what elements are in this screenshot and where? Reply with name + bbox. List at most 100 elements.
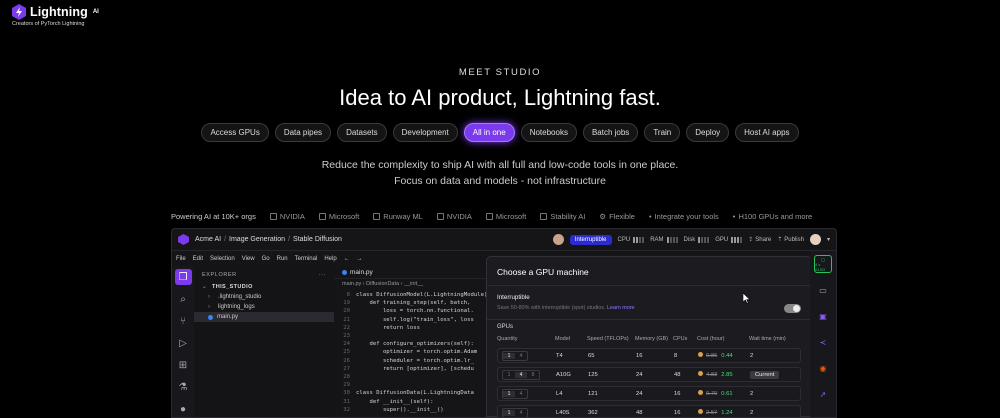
brand-stability: Stability AI <box>540 212 585 221</box>
gpu-memory: 24 <box>636 371 643 378</box>
code-line: 24 def configure_optimizers(self): <box>343 341 474 348</box>
tree-item-main-py[interactable]: main.py <box>194 312 334 322</box>
microsoft-icon <box>485 213 493 220</box>
pill-train[interactable]: Train <box>644 123 681 142</box>
extensions-icon[interactable]: ⊞ <box>175 357 192 373</box>
forward-arrow-icon[interactable]: → <box>357 256 363 262</box>
gpu-model: A10G <box>556 371 571 378</box>
tree-item-lightning-logs[interactable]: › lightning_logs <box>194 302 334 312</box>
pill-all-in-one[interactable]: All in one <box>463 123 515 142</box>
quantity-stepper[interactable]: 14 <box>502 388 528 399</box>
col-memory: Memory (GB) <box>635 336 668 342</box>
breadcrumb-project[interactable]: Image Generation <box>229 236 285 243</box>
gpu-cpus: 16 <box>674 409 681 416</box>
studio-logo-icon <box>178 234 189 245</box>
interruptible-toggle[interactable] <box>784 304 801 313</box>
learn-more-link[interactable]: Learn more <box>607 305 635 311</box>
col-speed: Speed (TFLOPs) <box>587 336 629 342</box>
pill-batch-jobs[interactable]: Batch jobs <box>582 123 639 142</box>
breadcrumb-org[interactable]: Acme AI <box>195 236 221 243</box>
code-line: 30 class DiffusionData(L.LightningData <box>343 390 474 397</box>
credit-icon <box>698 371 703 376</box>
nvidia-icon <box>436 213 444 220</box>
description-line-2: Focus on data and models - not infrastru… <box>394 175 606 187</box>
flask-icon[interactable]: ⚗ <box>175 379 192 395</box>
menu-view[interactable]: View <box>242 256 255 262</box>
breadcrumb: Acme AI / Image Generation / Stable Diff… <box>195 236 342 243</box>
share-button[interactable]: ⇪ Share <box>748 236 771 244</box>
explorer-more-icon[interactable]: ··· <box>319 272 326 278</box>
credit-icon <box>698 409 703 414</box>
avatar[interactable] <box>552 234 564 245</box>
tree-item-lightning-studio[interactable]: › .lightning_studio <box>194 292 334 302</box>
code-line: 25 optimizer = torch.optim.Adam <box>343 349 478 356</box>
editor-breadcrumb: main.py › DiffusionData › __init__ <box>342 281 424 287</box>
jupyter-icon[interactable]: ◉ <box>814 359 832 377</box>
code-line: 31 def __init__(self): <box>343 398 434 405</box>
brand-logo[interactable]: Lightning AI Creators of PyTorch Lightni… <box>12 4 99 27</box>
vscode-icon[interactable]: ≺ <box>814 333 832 351</box>
runway-icon <box>373 213 381 220</box>
gpu-speed: 362 <box>588 409 598 416</box>
menu-run[interactable]: Run <box>277 256 288 262</box>
share-icon: ⇪ <box>748 237 754 243</box>
gpu-wait: 2 <box>750 409 754 416</box>
menu-file[interactable]: File <box>176 256 186 262</box>
gpu-cost: 2.57 1.24 <box>698 409 750 416</box>
gpu-cpus: 8 <box>674 352 678 359</box>
interruptible-badge[interactable]: Interruptible <box>569 234 612 245</box>
terminal-icon[interactable]: ▭ <box>814 281 832 299</box>
rocket-icon[interactable]: ➚ <box>814 385 832 403</box>
code-line: 8 class DiffusionModel(L.LightningModule)… <box>346 292 491 299</box>
interruptible-title: Interruptible <box>497 294 530 301</box>
pill-data-pipes[interactable]: Data pipes <box>274 123 332 142</box>
brand-suffix: AI <box>92 9 99 15</box>
source-control-icon[interactable]: ⑂ <box>175 313 192 329</box>
quantity-stepper[interactable]: 14 <box>502 350 528 361</box>
menu-selection[interactable]: Selection <box>210 256 235 262</box>
pill-notebooks[interactable]: Notebooks <box>520 123 577 142</box>
menu-edit[interactable]: Edit <box>193 256 203 262</box>
studio-window: Acme AI / Image Generation / Stable Diff… <box>171 228 837 418</box>
search-icon[interactable]: ⌕ <box>175 291 192 307</box>
gpu-memory: 16 <box>636 352 643 359</box>
hero-eyebrow: MEET STUDIO <box>458 67 542 78</box>
gpu-wait: 2 <box>750 390 754 397</box>
pill-development[interactable]: Development <box>392 123 458 142</box>
gpu-row[interactable]: 1 4 8 A10G 125 24 48 4.83 2.85 Current <box>497 367 801 382</box>
code-editor[interactable]: main.py main.py › DiffusionData › __init… <box>334 266 504 417</box>
editor-tab[interactable]: main.py <box>334 266 504 279</box>
quantity-stepper[interactable]: 14 <box>502 407 528 417</box>
code-line: 27 return [optimizer], [schedu <box>343 365 474 372</box>
publish-icon: ⇡ <box>777 237 783 243</box>
brand-nvidia: NVIDIA <box>269 212 305 221</box>
pill-datasets[interactable]: Datasets <box>337 123 387 142</box>
machine-status-icon[interactable]: ◯ 4 x A10G <box>814 255 832 273</box>
studio-topbar: Acme AI / Image Generation / Stable Diff… <box>172 229 836 251</box>
run-debug-icon[interactable]: ▷ <box>175 335 192 351</box>
feature-integrate: • Integrate your tools <box>648 212 719 221</box>
menu-help[interactable]: Help <box>324 256 336 262</box>
user-avatar[interactable] <box>809 234 821 245</box>
gpu-row[interactable]: 1 4 T4 65 16 8 0.86 0.44 2 <box>497 348 801 363</box>
quantity-stepper[interactable]: 148 <box>502 369 540 380</box>
gpu-row[interactable]: 1 4 L40S 362 48 16 2.57 1.24 2 <box>497 405 801 417</box>
menu-go[interactable]: Go <box>262 256 270 262</box>
chevron-right-icon: › <box>208 304 210 310</box>
chevron-down-icon[interactable]: ▾ <box>827 236 830 243</box>
files-icon[interactable]: ❐ <box>174 269 192 285</box>
gpu-row[interactable]: 1 4 L4 121 24 16 0.70 0.61 2 <box>497 386 801 401</box>
pill-host-ai-apps[interactable]: Host AI apps <box>735 123 799 142</box>
menu-terminal[interactable]: Terminal <box>295 256 318 262</box>
github-icon[interactable]: ● <box>175 401 192 417</box>
publish-button[interactable]: ⇡ Publish <box>777 236 804 244</box>
pill-access-gpus[interactable]: Access GPUs <box>201 123 269 142</box>
app-icon[interactable]: ▣ <box>814 307 832 325</box>
gpu-model: T4 <box>556 352 563 359</box>
pill-deploy[interactable]: Deploy <box>686 123 730 142</box>
menu-bar: File Edit Selection View Go Run Terminal… <box>172 252 502 266</box>
back-arrow-icon[interactable]: ← <box>344 256 350 262</box>
breadcrumb-studio[interactable]: Stable Diffusion <box>293 236 342 243</box>
gpu-wait: 2 <box>750 352 754 359</box>
tree-root[interactable]: ⌄ THIS_STUDIO <box>194 282 334 292</box>
